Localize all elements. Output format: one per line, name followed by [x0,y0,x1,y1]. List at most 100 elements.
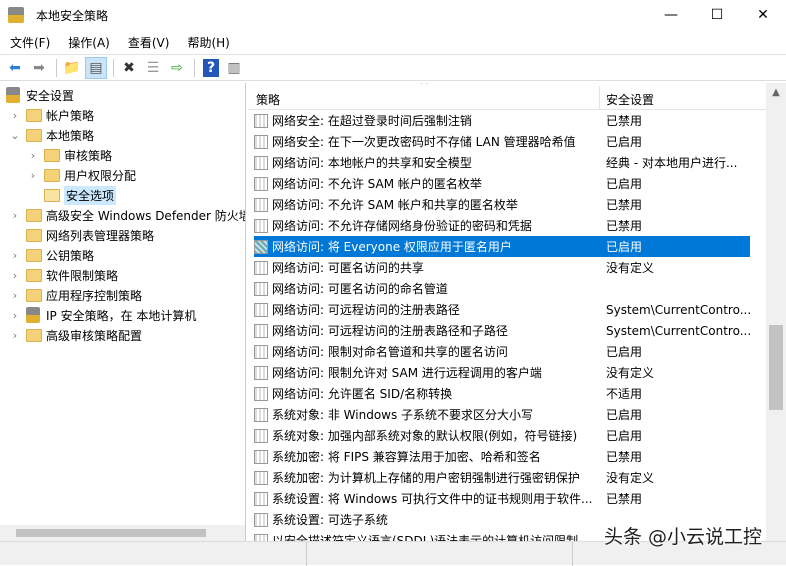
tree-item[interactable]: ⌄ 本地策略 [10,125,94,145]
policy-name: 网络访问: 限制对命名管道和共享的匿名访问 [272,345,508,359]
column-header-policy[interactable]: 策略 [256,91,280,108]
policy-icon [254,407,268,422]
policy-row[interactable]: 网络访问: 可远程访问的注册表路径 System\CurrentContro... [254,299,752,320]
policy-row[interactable]: 系统对象: 非 Windows 子系统不要求区分大小写 已启用 [254,404,750,425]
policy-row[interactable]: 网络安全: 在超过登录时间后强制注销 已禁用 [254,110,750,131]
delete-icon[interactable]: ✖ [118,57,140,79]
folder-icon [26,288,42,302]
menu-help[interactable]: 帮助(H) [177,34,237,51]
policy-name: 网络访问: 不允许 SAM 帐户和共享的匿名枚举 [272,198,518,212]
policy-setting: 已启用 [606,177,643,191]
policy-row[interactable]: 系统设置: 将 Windows 可执行文件中的证书规则用于软件... 已禁用 [254,488,750,509]
tree-item-label: 审核策略 [64,148,113,163]
policy-icon [254,218,268,233]
policy-row[interactable]: 网络访问: 不允许 SAM 帐户的匿名枚举 已启用 [254,173,750,194]
tree-item[interactable]: 安全选项 [44,185,117,205]
policy-name: 网络安全: 在超过登录时间后强制注销 [272,114,472,128]
tree-item[interactable]: 网络列表管理器策略 [26,225,154,245]
tree-item[interactable]: 安全设置 [6,85,74,105]
chevron-down-icon[interactable]: ⌄ [10,129,20,142]
chevron-right-icon[interactable]: › [28,169,38,182]
policy-name: 网络访问: 可远程访问的注册表路径和子路径 [272,324,508,338]
folder-icon [26,228,42,242]
policy-row[interactable]: 网络访问: 允许匿名 SID/名称转换 不适用 [254,383,750,404]
tree-item-label: 用户权限分配 [64,168,137,183]
policy-icon [254,533,268,541]
policy-setting: 没有定义 [606,471,655,485]
chevron-right-icon[interactable]: › [10,289,20,302]
column-header-setting[interactable]: 安全设置 [606,91,654,108]
policy-row[interactable]: 系统对象: 加强内部系统对象的默认权限(例如，符号链接) 已启用 [254,425,750,446]
scroll-up-icon[interactable]: ▲ [766,87,786,98]
properties-icon[interactable]: ☰ [142,57,164,79]
policy-name: 网络访问: 可远程访问的注册表路径 [272,303,460,317]
policy-name: 系统设置: 可选子系统 [272,513,388,527]
policy-row[interactable]: 网络访问: 可匿名访问的共享 没有定义 [254,257,750,278]
policy-row[interactable]: 网络访问: 不允许存储网络身份验证的密码和凭据 已禁用 [254,215,750,236]
policy-row[interactable]: 系统加密: 将 FIPS 兼容算法用于加密、哈希和签名 已禁用 [254,446,750,467]
policy-row[interactable]: 网络访问: 本地帐户的共享和安全模型 经典 - 对本地用户进行... [254,152,750,173]
toolbar-separator [194,58,195,77]
tree-item[interactable]: › 高级安全 Windows Defender 防火墙 [13,205,245,225]
toolbar: ⬅ ➡ 📁 ▤ ✖ ☰ ⇨ ? ▥ [0,54,786,81]
action-pane-icon[interactable]: ▥ [223,57,245,79]
policy-icon [254,260,268,275]
policy-setting: System\CurrentContro... [606,302,752,317]
policy-icon [254,239,268,254]
chevron-right-icon[interactable]: › [28,149,38,162]
menu-action[interactable]: 操作(A) [58,34,118,51]
chevron-right-icon[interactable]: › [10,109,20,122]
close-button[interactable]: ✕ [740,0,786,30]
column-divider[interactable] [599,86,600,110]
title-bar: 本地安全策略 — ☐ ✕ [0,0,786,30]
policy-row[interactable]: 网络访问: 不允许 SAM 帐户和共享的匿名枚举 已禁用 [254,194,750,215]
policy-setting: 已禁用 [606,114,643,128]
policy-name: 网络访问: 不允许存储网络身份验证的密码和凭据 [272,219,532,233]
forward-icon[interactable]: ➡ [28,57,50,79]
policy-row[interactable]: 网络安全: 在下一次更改密码时不存储 LAN 管理器哈希值 已启用 [254,131,750,152]
tree-item[interactable]: › 软件限制策略 [13,265,119,285]
tree-item-label: 高级审核策略配置 [46,328,143,343]
tree-item[interactable]: › 高级审核策略配置 [13,325,143,345]
policy-row[interactable]: 网络访问: 可远程访问的注册表路径和子路径 System\CurrentContr… [254,320,751,341]
scroll-thumb[interactable] [16,529,206,537]
tree-item[interactable]: › 用户权限分配 [31,165,137,185]
policy-setting: 没有定义 [606,366,655,380]
help-icon[interactable]: ? [203,58,219,77]
horizontal-scrollbar[interactable] [0,525,245,541]
menu-view[interactable]: 查看(V) [118,34,178,51]
policy-name: 网络安全: 在下一次更改密码时不存储 LAN 管理器哈希值 [272,135,576,149]
policy-row[interactable]: 系统加密: 为计算机上存储的用户密钥强制进行强密钥保护 没有定义 [254,467,750,488]
menu-bar: 文件(F) 操作(A) 查看(V) 帮助(H) [0,31,786,53]
policy-row[interactable]: 网络访问: 限制对命名管道和共享的匿名访问 已启用 [254,341,750,362]
folder-icon [26,108,42,122]
chevron-right-icon[interactable]: › [10,269,20,282]
maximize-button[interactable]: ☐ [694,0,740,30]
policy-setting: 已禁用 [606,219,643,233]
console-tree-icon[interactable]: ▤ [85,56,107,79]
tree-item-label: 软件限制策略 [46,268,119,283]
vertical-scrollbar[interactable]: ▲ [766,83,786,541]
tree-item-label: 网络列表管理器策略 [46,228,155,243]
policy-row[interactable]: 网络访问: 限制允许对 SAM 进行远程调用的客户端 没有定义 [254,362,750,383]
chevron-right-icon[interactable]: › [10,329,20,342]
chevron-right-icon[interactable]: › [10,209,20,222]
export-list-icon[interactable]: ⇨ [166,57,188,79]
policy-setting: 已禁用 [606,492,643,506]
policy-icon [254,134,268,149]
tree-item[interactable]: › 公钥策略 [13,245,94,265]
tree-item[interactable]: › 审核策略 [31,145,113,165]
chevron-right-icon[interactable]: › [10,309,20,322]
toolbar-separator [56,58,57,77]
policy-row[interactable]: 网络访问: 将 Everyone 权限应用于匿名用户 已启用 [254,236,750,257]
policy-row[interactable]: 网络访问: 可匿名访问的命名管道 [254,278,750,299]
tree-item[interactable]: › 帐户策略 [13,105,94,125]
chevron-right-icon[interactable]: › [10,249,20,262]
back-icon[interactable]: ⬅ [4,57,26,79]
tree-item[interactable]: › 应用程序控制策略 [13,285,142,305]
tree-item[interactable]: › IP 安全策略，在 本地计算机 [13,305,196,325]
scroll-thumb[interactable] [769,325,783,410]
menu-file[interactable]: 文件(F) [0,34,58,51]
minimize-button[interactable]: — [648,0,694,30]
up-folder-icon[interactable]: 📁 [61,57,83,79]
